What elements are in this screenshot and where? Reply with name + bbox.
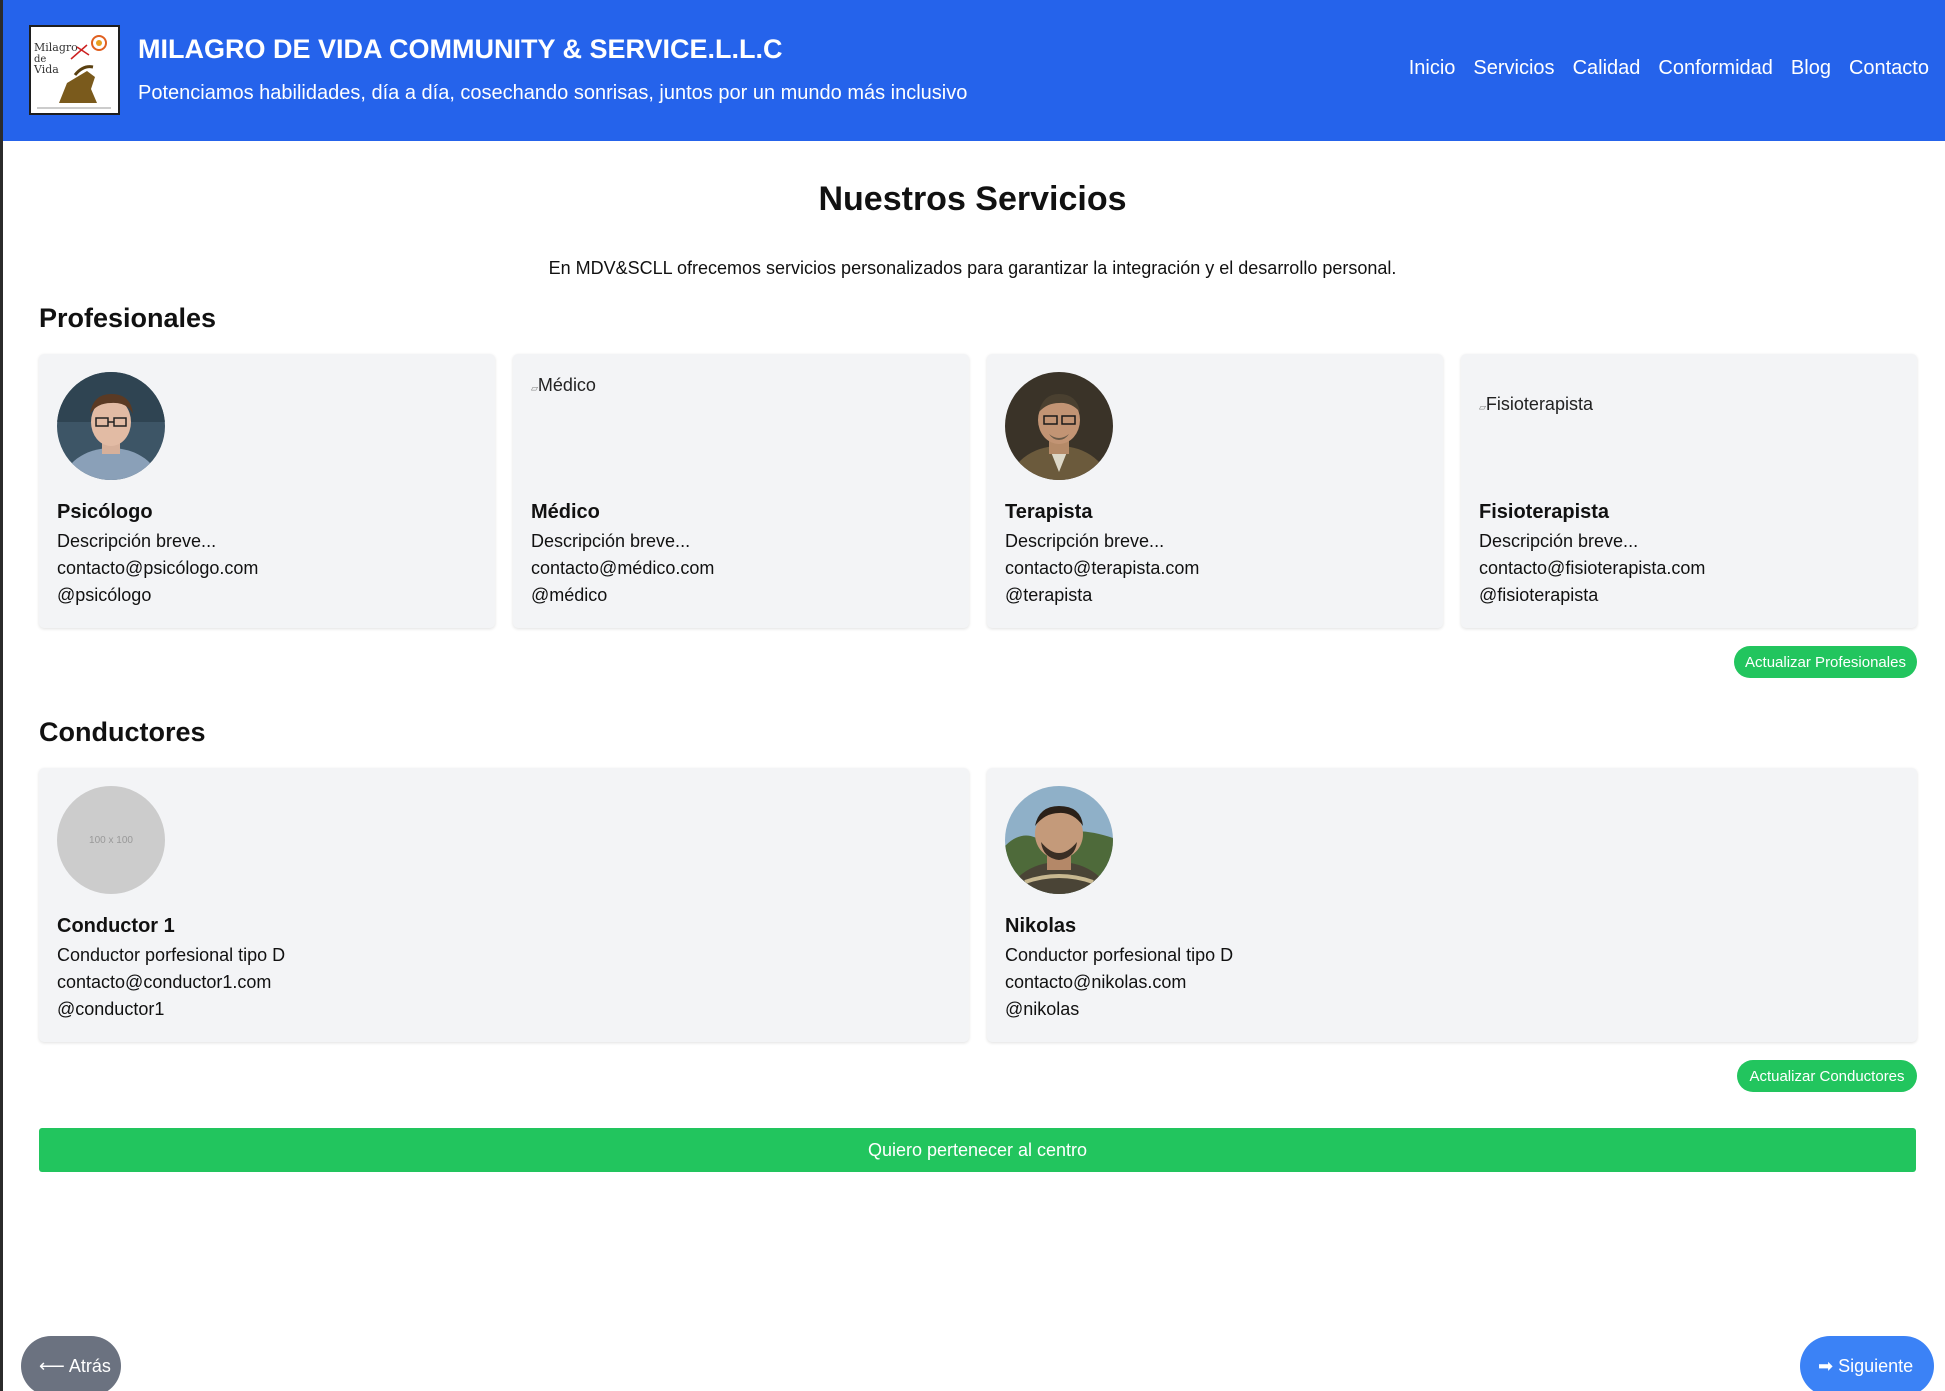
broken-image-medico: ▱Médico: [531, 375, 596, 396]
card-email[interactable]: contacto@terapista.com: [1005, 558, 1199, 579]
card-email[interactable]: contacto@fisioterapista.com: [1479, 558, 1705, 579]
card-description: Descripción breve...: [57, 531, 217, 551]
card-handle[interactable]: @terapista: [1005, 585, 1092, 606]
logo-text-1: Milagro: [34, 41, 78, 54]
join-center-button[interactable]: Quiero pertenecer al centro: [39, 1128, 1916, 1172]
back-button[interactable]: ⟵ Atrás: [21, 1336, 121, 1391]
nav-inicio[interactable]: Inicio: [1409, 57, 1456, 80]
card-nikolas: Nikolas Conductor porfesional tipo D con…: [987, 768, 1917, 1042]
card-terapista: Terapista Descripción breve... contacto@…: [987, 354, 1443, 628]
profesionales-heading: Profesionales: [39, 303, 217, 333]
update-profesionales-button[interactable]: Actualizar Profesionales: [1734, 646, 1917, 678]
card-handle[interactable]: @médico: [531, 585, 607, 606]
site-subtitle: Potenciamos habilidades, día a día, cose…: [138, 82, 968, 104]
avatar-placeholder: 100 x 100: [57, 786, 165, 894]
image-alt-text: Médico: [537, 375, 596, 395]
card-name: Psicólogo: [57, 501, 153, 523]
nav-servicios[interactable]: Servicios: [1473, 57, 1554, 80]
card-description: Conductor porfesional tipo D: [1005, 945, 1234, 965]
page-title: Nuestros Servicios: [818, 180, 1127, 218]
card-email[interactable]: contacto@psicólogo.com: [57, 558, 258, 579]
avatar-terapista: [1005, 372, 1113, 480]
image-alt-text: Fisioterapista: [1485, 394, 1593, 414]
card-psicologo: Psicólogo Descripción breve... contacto@…: [39, 354, 495, 628]
card-email[interactable]: contacto@nikolas.com: [1005, 972, 1186, 993]
page-description: En MDV&SCLL ofrecemos servicios personal…: [548, 258, 1397, 278]
site-header: Milagro de Vida MILAGRO DE VIDA COMMUNIT…: [3, 0, 1945, 141]
card-description: Descripción breve...: [1479, 531, 1639, 551]
card-name: Fisioterapista: [1479, 501, 1610, 523]
card-conductor-1: 100 x 100 Conductor 1 Conductor porfesio…: [39, 768, 969, 1042]
card-name: Terapista: [1005, 501, 1093, 523]
main-nav: Inicio Servicios Calidad Conformidad Blo…: [1409, 57, 1929, 80]
next-button[interactable]: ➡ Siguiente: [1800, 1336, 1934, 1391]
card-handle[interactable]: @nikolas: [1005, 999, 1079, 1020]
nav-contacto[interactable]: Contacto: [1849, 57, 1929, 80]
avatar-nikolas: [1005, 786, 1113, 894]
card-description: Conductor porfesional tipo D: [57, 945, 286, 965]
card-name: Médico: [531, 501, 600, 523]
nav-conformidad[interactable]: Conformidad: [1658, 57, 1773, 80]
broken-image-fisioterapista: ▱Fisioterapista: [1479, 394, 1593, 415]
card-fisioterapista: ▱Fisioterapista Fisioterapista Descripci…: [1461, 354, 1917, 628]
card-name: Conductor 1: [57, 915, 175, 937]
logo-text-3: Vida: [33, 63, 59, 76]
nav-calidad[interactable]: Calidad: [1573, 57, 1641, 80]
card-description: Descripción breve...: [531, 531, 691, 551]
nav-blog[interactable]: Blog: [1791, 57, 1831, 80]
broken-image-icon: ▱: [531, 383, 538, 393]
card-email[interactable]: contacto@conductor1.com: [57, 972, 271, 993]
site-title: MILAGRO DE VIDA COMMUNITY & SERVICE.L.L.…: [138, 34, 783, 64]
conductores-heading: Conductores: [39, 717, 206, 747]
card-name: Nikolas: [1005, 915, 1077, 937]
placeholder-size-text: 100 x 100: [89, 834, 133, 846]
card-handle[interactable]: @fisioterapista: [1479, 585, 1598, 606]
card-handle[interactable]: @conductor1: [57, 999, 164, 1020]
broken-image-icon: ▱: [1479, 402, 1486, 412]
card-handle[interactable]: @psicólogo: [57, 585, 151, 606]
avatar-psicologo: [57, 372, 165, 480]
site-logo[interactable]: Milagro de Vida: [29, 25, 120, 115]
card-medico: ▱Médico Médico Descripción breve... cont…: [513, 354, 969, 628]
card-email[interactable]: contacto@médico.com: [531, 558, 714, 579]
update-conductores-button[interactable]: Actualizar Conductores: [1737, 1060, 1917, 1092]
card-description: Descripción breve...: [1005, 531, 1165, 551]
